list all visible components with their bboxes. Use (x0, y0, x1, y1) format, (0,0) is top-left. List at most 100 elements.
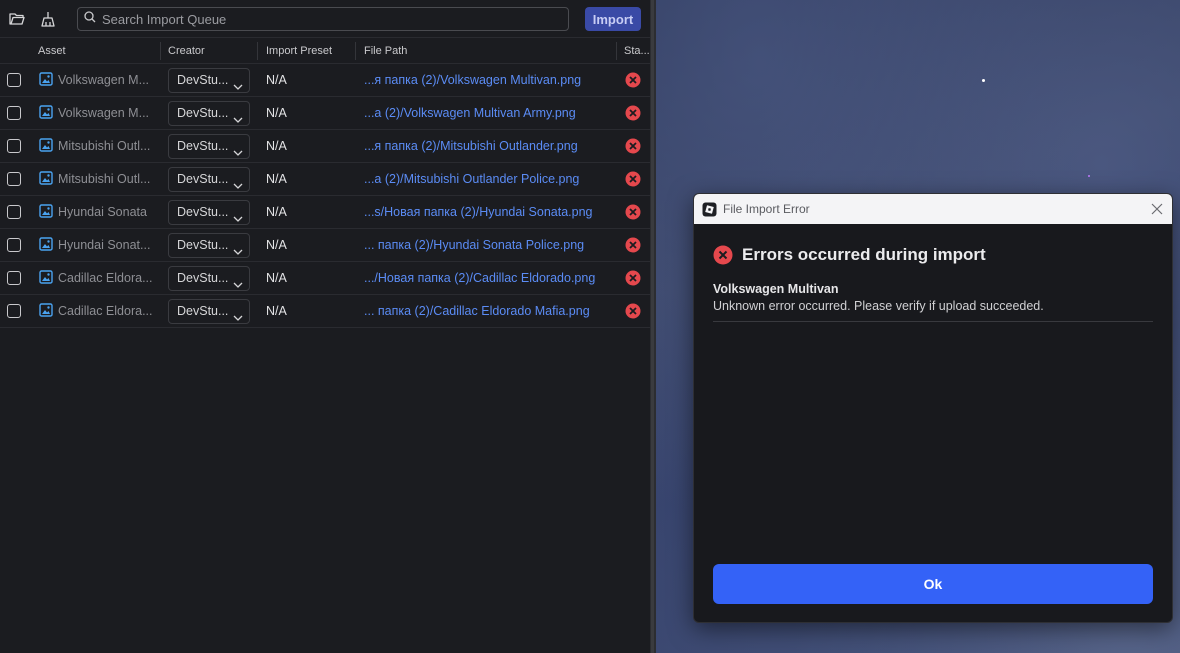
import-preset-value: N/A (266, 304, 287, 318)
row-checkbox[interactable] (7, 304, 21, 318)
import-preset-value: N/A (266, 238, 287, 252)
file-path-link[interactable]: ...а (2)/Mitsubishi Outlander Police.png (364, 163, 579, 195)
splitter-grip (651, 0, 654, 653)
file-path-link[interactable]: ... папка (2)/Hyundai Sonata Police.png (364, 229, 584, 261)
creator-dropdown[interactable]: DevStu... (168, 200, 250, 225)
import-preset-value: N/A (266, 271, 287, 285)
creator-dropdown[interactable]: DevStu... (168, 299, 250, 324)
error-status-icon[interactable] (625, 270, 641, 286)
row-checkbox[interactable] (7, 205, 21, 219)
chevron-down-icon (233, 142, 243, 165)
column-header-creator[interactable]: Creator (168, 38, 205, 64)
column-header-asset[interactable]: Asset (38, 38, 66, 64)
search-field[interactable] (77, 7, 569, 31)
dialog-title: File Import Error (723, 202, 810, 216)
column-header-status[interactable]: Sta... (624, 38, 650, 64)
file-path-link[interactable]: ...я папка (2)/Mitsubishi Outlander.png (364, 130, 578, 162)
asset-name: Volkswagen M... (58, 73, 150, 87)
table-row[interactable]: Volkswagen M... DevStu... N/A ...а (2)/V… (0, 97, 650, 130)
row-checkbox[interactable] (7, 73, 21, 87)
file-path-link[interactable]: ...я папка (2)/Volkswagen Multivan.png (364, 64, 581, 96)
app-logo-icon (702, 202, 717, 217)
creator-dropdown[interactable]: DevStu... (168, 101, 250, 126)
asset-name: Hyundai Sonata (58, 205, 147, 219)
error-status-icon[interactable] (625, 72, 641, 88)
creator-value: DevStu... (177, 271, 229, 285)
creator-dropdown[interactable]: DevStu... (168, 68, 250, 93)
star-dot (1088, 175, 1090, 177)
file-path-link[interactable]: ...s/Новая папка (2)/Hyundai Sonata.png (364, 196, 593, 228)
image-asset-icon (39, 105, 53, 119)
image-asset-icon (39, 270, 53, 284)
creator-dropdown[interactable]: DevStu... (168, 134, 250, 159)
row-checkbox[interactable] (7, 172, 21, 186)
table-row[interactable]: Cadillac Eldora... DevStu... N/A .../Нов… (0, 262, 650, 295)
close-icon[interactable] (1150, 202, 1164, 216)
image-asset-icon (39, 171, 53, 185)
creator-dropdown[interactable]: DevStu... (168, 233, 250, 258)
import-preset-value: N/A (266, 172, 287, 186)
error-status-icon[interactable] (625, 105, 641, 121)
column-resize-handle[interactable] (355, 42, 356, 60)
import-preset-value: N/A (266, 106, 287, 120)
image-asset-icon (39, 138, 53, 152)
image-asset-icon (39, 72, 53, 86)
creator-value: DevStu... (177, 106, 229, 120)
folder-open-icon[interactable] (8, 10, 26, 28)
dialog-titlebar[interactable]: File Import Error (694, 194, 1172, 224)
table-header: Asset Creator Import Preset File Path St… (0, 38, 650, 64)
creator-value: DevStu... (177, 139, 229, 153)
import-queue-panel: Import Asset Creator Import Preset File … (0, 0, 650, 653)
row-checkbox[interactable] (7, 139, 21, 153)
ok-button[interactable]: Ok (713, 564, 1153, 604)
error-icon (713, 245, 733, 265)
asset-name: Volkswagen M... (58, 106, 150, 120)
import-button[interactable]: Import (585, 7, 641, 31)
image-asset-icon (39, 237, 53, 251)
file-path-link[interactable]: ... папка (2)/Cadillac Eldorado Mafia.pn… (364, 295, 590, 327)
column-resize-handle[interactable] (257, 42, 258, 60)
table-row[interactable]: Volkswagen M... DevStu... N/A ...я папка… (0, 64, 650, 97)
error-item-title: Volkswagen Multivan (713, 282, 839, 296)
column-resize-handle[interactable] (160, 42, 161, 60)
search-icon (84, 10, 96, 28)
error-status-icon[interactable] (625, 237, 641, 253)
column-header-preset[interactable]: Import Preset (266, 38, 332, 64)
error-status-icon[interactable] (625, 204, 641, 220)
row-checkbox[interactable] (7, 271, 21, 285)
column-resize-handle[interactable] (616, 42, 617, 60)
image-asset-icon (39, 303, 53, 317)
broom-clear-icon[interactable] (39, 10, 57, 28)
table-row[interactable]: Hyundai Sonata DevStu... N/A ...s/Новая … (0, 196, 650, 229)
chevron-down-icon (233, 208, 243, 231)
import-preset-value: N/A (266, 73, 287, 87)
chevron-down-icon (233, 307, 243, 330)
file-path-link[interactable]: ...а (2)/Volkswagen Multivan Army.png (364, 97, 576, 129)
asset-name: Cadillac Eldora... (58, 271, 153, 285)
table-row[interactable]: Hyundai Sonat... DevStu... N/A ... папка… (0, 229, 650, 262)
row-checkbox[interactable] (7, 106, 21, 120)
chevron-down-icon (233, 241, 243, 264)
error-status-icon[interactable] (625, 171, 641, 187)
creator-dropdown[interactable]: DevStu... (168, 167, 250, 192)
creator-value: DevStu... (177, 304, 229, 318)
asset-name: Mitsubishi Outl... (58, 139, 151, 153)
star-dot (982, 79, 985, 82)
dialog-heading-text: Errors occurred during import (742, 245, 986, 264)
asset-name: Mitsubishi Outl... (58, 172, 151, 186)
error-status-icon[interactable] (625, 138, 641, 154)
image-asset-icon (39, 204, 53, 218)
table-row[interactable]: Cadillac Eldora... DevStu... N/A ... пап… (0, 295, 650, 328)
table-row[interactable]: Mitsubishi Outl... DevStu... N/A ...я па… (0, 130, 650, 163)
dialog-heading: Errors occurred during import (713, 245, 1153, 265)
chevron-down-icon (233, 109, 243, 132)
file-path-link[interactable]: .../Новая папка (2)/Cadillac Eldorado.pn… (364, 262, 595, 294)
column-header-filepath[interactable]: File Path (364, 38, 407, 64)
creator-dropdown[interactable]: DevStu... (168, 266, 250, 291)
search-input[interactable] (102, 11, 542, 27)
error-status-icon[interactable] (625, 303, 641, 319)
row-checkbox[interactable] (7, 238, 21, 252)
table-row[interactable]: Mitsubishi Outl... DevStu... N/A ...а (2… (0, 163, 650, 196)
creator-value: DevStu... (177, 205, 229, 219)
error-item-message: Unknown error occurred. Please verify if… (713, 299, 1153, 322)
